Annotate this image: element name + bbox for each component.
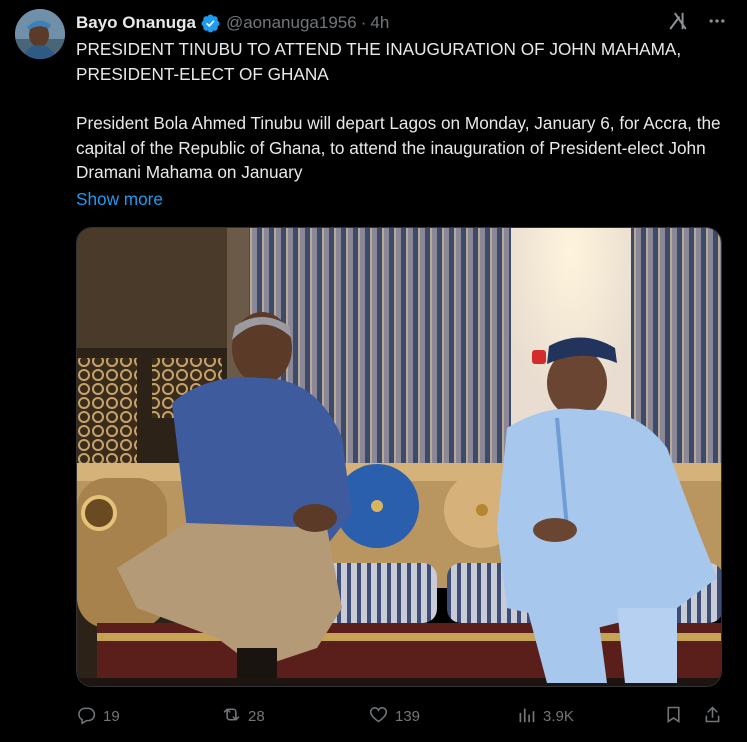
verified-badge-icon [200, 13, 221, 34]
like-button[interactable]: 139 [368, 700, 420, 732]
post-header: Bayo Onanuga @aonanuga1956 · 4h [76, 11, 727, 35]
grok-icon[interactable] [667, 10, 689, 37]
repost-button[interactable]: 28 [221, 700, 265, 732]
action-bar: 19 28 139 3.9K [76, 700, 726, 732]
post-text: PRESIDENT TINUBU TO ATTEND THE INAUGURAT… [76, 37, 726, 185]
analytics-icon [516, 704, 537, 729]
reply-icon [76, 704, 97, 729]
like-count: 139 [395, 707, 421, 725]
separator-dot: · [360, 13, 367, 32]
post-headline: PRESIDENT TINUBU TO ATTEND THE INAUGURAT… [76, 39, 682, 84]
show-more-link[interactable]: Show more [76, 187, 163, 211]
author-handle[interactable]: @aonanuga1956 [226, 13, 357, 33]
heart-icon [368, 704, 389, 729]
share-button[interactable] [702, 700, 723, 732]
repost-icon [221, 704, 242, 729]
share-icon [702, 704, 723, 729]
header-actions [667, 11, 727, 35]
post-time[interactable]: 4h [370, 13, 389, 33]
author-name[interactable]: Bayo Onanuga [76, 13, 196, 33]
avatar[interactable] [15, 9, 65, 59]
reply-button[interactable]: 19 [76, 700, 120, 732]
view-count: 3.9K [543, 707, 574, 725]
post-image[interactable] [76, 227, 722, 687]
post-body: President Bola Ahmed Tinubu will depart … [76, 113, 721, 182]
repost-count: 28 [248, 707, 265, 725]
bookmark-icon [663, 704, 684, 729]
bookmark-button[interactable] [663, 700, 684, 732]
more-options-icon[interactable] [707, 11, 727, 36]
views-button[interactable]: 3.9K [516, 700, 574, 732]
reply-count: 19 [103, 707, 120, 725]
